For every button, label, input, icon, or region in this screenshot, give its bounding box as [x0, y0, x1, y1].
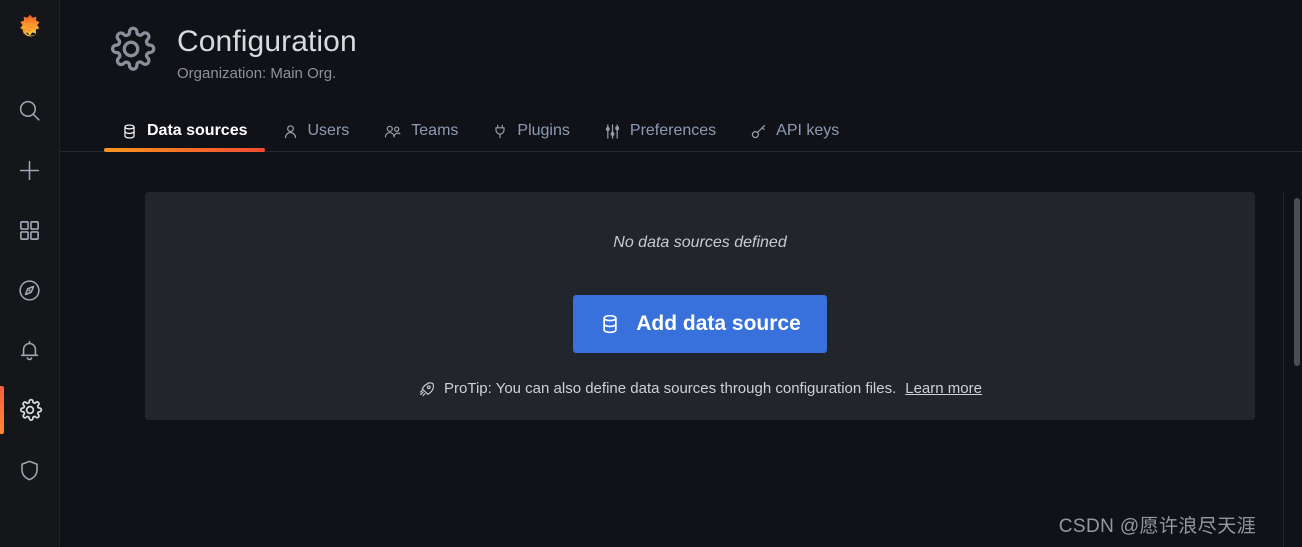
key-icon [750, 123, 767, 140]
sidebar-item-alerting[interactable] [0, 320, 60, 380]
tab-preferences[interactable]: Preferences [587, 121, 733, 152]
protip-row: ProTip: You can also define data sources… [418, 379, 982, 399]
apps-grid-icon [18, 219, 41, 242]
tab-api-keys[interactable]: API keys [733, 121, 856, 152]
page-scrollbar-track[interactable] [1292, 0, 1302, 547]
user-icon [282, 123, 299, 140]
plus-icon [17, 158, 42, 183]
main-sidebar [0, 0, 60, 547]
plug-icon [492, 123, 508, 140]
page-header-text: Configuration Organization: Main Org. [177, 22, 357, 85]
page-title: Configuration [177, 25, 357, 58]
tab-label: Data sources [147, 122, 248, 139]
grafana-logo-icon[interactable] [0, 0, 60, 60]
search-icon [17, 98, 42, 123]
tab-plugins[interactable]: Plugins [475, 121, 586, 152]
learn-more-link[interactable]: Learn more [905, 379, 982, 399]
database-icon [599, 313, 621, 335]
gear-icon [17, 397, 43, 423]
users-group-icon [383, 123, 402, 140]
page-scrollbar-thumb[interactable] [1294, 198, 1300, 366]
empty-state-card: No data sources defined Add data source [145, 192, 1255, 420]
add-data-source-button[interactable]: Add data source [573, 295, 827, 353]
protip-text: ProTip: You can also define data sources… [444, 380, 897, 397]
tab-users[interactable]: Users [265, 121, 367, 152]
main-content-area: Configuration Organization: Main Org. Da… [60, 0, 1302, 547]
tab-label: Users [307, 122, 350, 139]
tab-label: Teams [411, 122, 459, 139]
grafana-configuration-page: Configuration Organization: Main Org. Da… [0, 0, 1302, 547]
shield-icon [17, 458, 42, 483]
bell-icon [17, 338, 42, 363]
database-icon [121, 123, 138, 140]
add-data-source-label: Add data source [636, 312, 801, 335]
data-sources-content: No data sources defined Add data source [100, 192, 1284, 547]
tab-label: Plugins [517, 122, 570, 139]
tab-label: Preferences [629, 122, 717, 139]
sidebar-item-server-admin[interactable] [0, 440, 60, 500]
rocket-icon [418, 381, 435, 398]
sidebar-item-explore[interactable] [0, 260, 60, 320]
sidebar-item-create[interactable] [0, 140, 60, 200]
tab-bar: Data sources Users Teams Plugins Prefere… [60, 110, 1302, 152]
sidebar-item-search[interactable] [0, 80, 60, 140]
sidebar-item-configuration[interactable] [0, 380, 60, 440]
sliders-icon [604, 123, 621, 140]
tab-teams[interactable]: Teams [366, 121, 475, 152]
sidebar-item-dashboards[interactable] [0, 200, 60, 260]
compass-icon [17, 278, 42, 303]
page-subtitle: Organization: Main Org. [177, 65, 337, 82]
empty-state-title: No data sources defined [613, 234, 787, 251]
gear-icon [104, 22, 158, 76]
sidebar-nav-items [0, 80, 60, 500]
tab-data-sources[interactable]: Data sources [104, 121, 265, 152]
tab-label: API keys [776, 122, 840, 139]
page-header: Configuration Organization: Main Org. [60, 0, 1302, 85]
